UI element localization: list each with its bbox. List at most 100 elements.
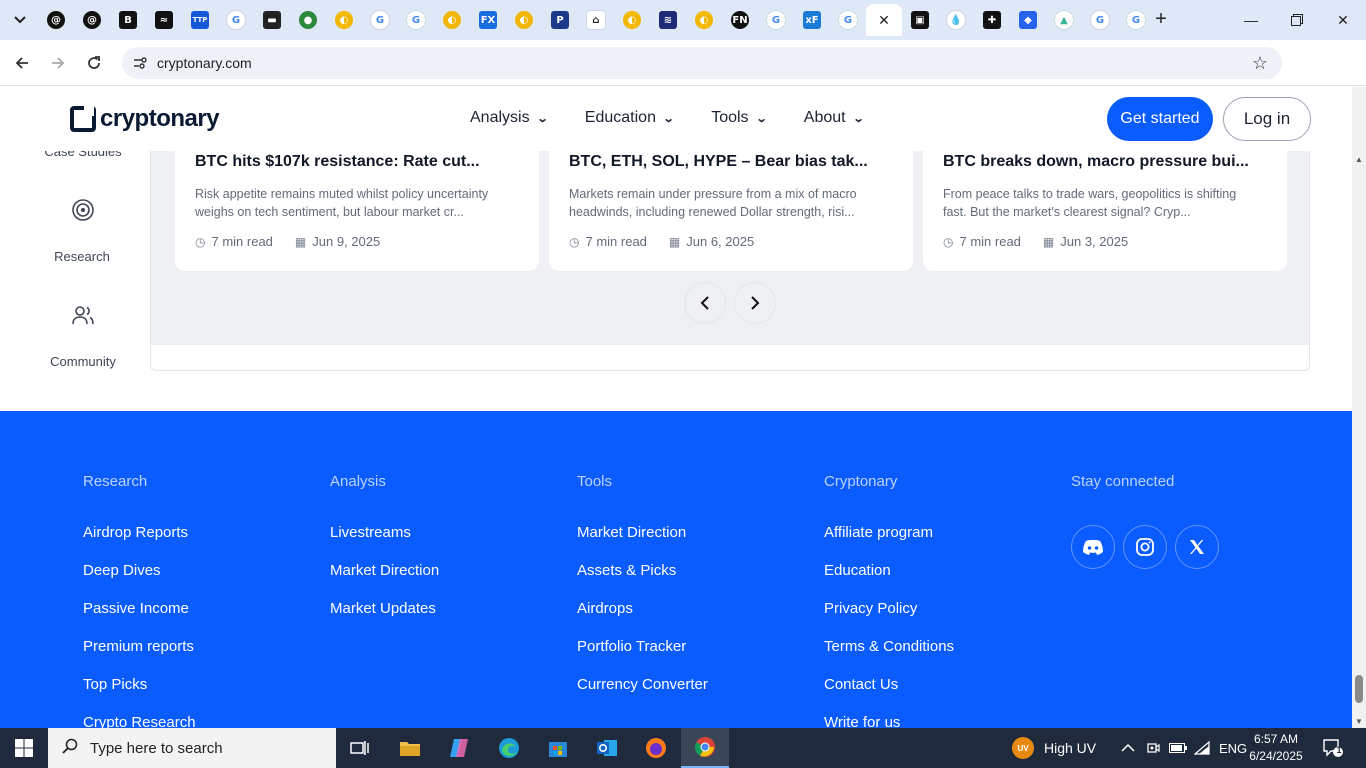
tab-plus[interactable]: ✚ bbox=[974, 4, 1010, 36]
footer-link[interactable]: Top Picks bbox=[83, 676, 196, 714]
url-text[interactable]: cryptonary.com bbox=[157, 55, 252, 71]
article-title[interactable]: BTC hits $107k resistance: Rate cut... bbox=[195, 153, 525, 171]
tab-search-chevron-icon[interactable] bbox=[8, 8, 32, 32]
tab-yellow-1[interactable]: ◐ bbox=[326, 4, 362, 36]
tab-yellow-5[interactable]: ◐ bbox=[686, 4, 722, 36]
tab-cryptonary-2[interactable]: ▣ bbox=[902, 4, 938, 36]
nav-education[interactable]: Education ⌄ bbox=[585, 109, 675, 127]
tab-fn[interactable]: FN bbox=[722, 4, 758, 36]
microsoft-store-icon[interactable] bbox=[534, 728, 582, 768]
login-button[interactable]: Log in bbox=[1223, 97, 1311, 141]
scroll-down-icon[interactable]: ▼ bbox=[1355, 717, 1363, 726]
footer-link[interactable]: Deep Dives bbox=[83, 562, 196, 600]
weather-widget[interactable]: UV High UV bbox=[1012, 728, 1096, 768]
file-explorer-icon[interactable] bbox=[386, 728, 434, 768]
footer-link[interactable]: Passive Income bbox=[83, 600, 196, 638]
edge-icon[interactable] bbox=[485, 728, 533, 768]
forward-button[interactable] bbox=[44, 49, 72, 77]
nav-tools[interactable]: Tools ⌄ bbox=[711, 109, 767, 127]
back-button[interactable] bbox=[8, 49, 36, 77]
footer-link[interactable]: Airdrops bbox=[577, 600, 708, 638]
discord-icon[interactable] bbox=[1071, 525, 1115, 569]
footer-link[interactable]: Terms & Conditions bbox=[824, 638, 954, 676]
tab-yellow-3[interactable]: ◐ bbox=[506, 4, 542, 36]
article-title[interactable]: BTC, ETH, SOL, HYPE – Bear bias tak... bbox=[569, 153, 899, 171]
outlook-icon[interactable] bbox=[583, 728, 631, 768]
carousel-prev-button[interactable] bbox=[685, 283, 725, 323]
firefox-icon[interactable] bbox=[632, 728, 680, 768]
tab-active[interactable]: ✕ bbox=[866, 4, 902, 36]
tab-green[interactable]: ● bbox=[290, 4, 326, 36]
footer-link[interactable]: Premium reports bbox=[83, 638, 196, 676]
tab-wave[interactable]: ≋ bbox=[650, 4, 686, 36]
chrome-icon[interactable] bbox=[681, 728, 729, 768]
close-window-button[interactable]: ✕ bbox=[1320, 0, 1366, 40]
close-tab-icon[interactable]: ✕ bbox=[878, 12, 890, 29]
scroll-up-icon[interactable]: ▲ bbox=[1355, 155, 1363, 164]
article-title[interactable]: BTC breaks down, macro pressure bui... bbox=[943, 153, 1273, 171]
tab-chart[interactable]: ≈ bbox=[146, 4, 182, 36]
tab-fx[interactable]: FX bbox=[470, 4, 506, 36]
tab-google-4[interactable]: G bbox=[758, 4, 794, 36]
get-started-button[interactable]: Get started bbox=[1107, 97, 1213, 141]
footer-link[interactable]: Assets & Picks bbox=[577, 562, 708, 600]
bookmark-star-icon[interactable]: ☆ bbox=[1252, 53, 1268, 74]
footer-link[interactable]: Privacy Policy bbox=[824, 600, 954, 638]
show-hidden-icons[interactable] bbox=[1121, 728, 1135, 768]
wifi-icon[interactable] bbox=[1194, 728, 1210, 768]
tab-ttp[interactable]: TTP bbox=[182, 4, 218, 36]
tab-b[interactable]: B bbox=[110, 4, 146, 36]
taskbar-clock[interactable]: 6:57 AM 6/24/2025 bbox=[1244, 731, 1308, 765]
scrollbar-thumb[interactable] bbox=[1355, 675, 1363, 703]
tab-yellow-2[interactable]: ◐ bbox=[434, 4, 470, 36]
battery-icon[interactable] bbox=[1169, 728, 1187, 768]
tab-google-2[interactable]: G bbox=[362, 4, 398, 36]
tab-triangle[interactable]: ▲ bbox=[1046, 4, 1082, 36]
footer-link[interactable]: Affiliate program bbox=[824, 524, 954, 562]
footer-link[interactable]: Livestreams bbox=[330, 524, 439, 562]
new-tab-button[interactable]: + bbox=[1148, 6, 1174, 32]
tab-shield[interactable]: ◆ bbox=[1010, 4, 1046, 36]
footer-link[interactable]: Contact Us bbox=[824, 676, 954, 714]
target-icon[interactable] bbox=[71, 198, 95, 222]
tab-google-3[interactable]: G bbox=[398, 4, 434, 36]
minimize-button[interactable]: — bbox=[1228, 0, 1274, 40]
carousel-next-button[interactable] bbox=[735, 283, 775, 323]
tab-p[interactable]: P bbox=[542, 4, 578, 36]
footer-link[interactable]: Airdrop Reports bbox=[83, 524, 196, 562]
tab-yellow-4[interactable]: ◐ bbox=[614, 4, 650, 36]
rail-research-label[interactable]: Research bbox=[27, 249, 137, 264]
tab-google-5[interactable]: G bbox=[830, 4, 866, 36]
footer-link[interactable]: Education bbox=[824, 562, 954, 600]
tab-drop[interactable]: 💧 bbox=[938, 4, 974, 36]
taskbar-search-input[interactable]: Type here to search bbox=[48, 728, 336, 768]
tab-google-1[interactable]: G bbox=[218, 4, 254, 36]
reload-button[interactable] bbox=[80, 49, 108, 77]
footer-link[interactable]: Portfolio Tracker bbox=[577, 638, 708, 676]
restore-button[interactable] bbox=[1274, 0, 1320, 40]
footer-link[interactable]: Market Direction bbox=[330, 562, 439, 600]
footer-link[interactable]: Market Direction bbox=[577, 524, 708, 562]
tab-threads-1[interactable]: @ bbox=[38, 4, 74, 36]
x-icon[interactable] bbox=[1175, 525, 1219, 569]
tab-threads-2[interactable]: @ bbox=[74, 4, 110, 36]
instagram-icon[interactable] bbox=[1123, 525, 1167, 569]
task-view-icon[interactable] bbox=[336, 728, 384, 768]
footer-link[interactable]: Currency Converter bbox=[577, 676, 708, 714]
notifications-icon[interactable]: 1 bbox=[1322, 728, 1344, 768]
nav-analysis[interactable]: Analysis ⌄ bbox=[470, 109, 548, 127]
meet-now-icon[interactable] bbox=[1145, 728, 1161, 768]
site-info-icon[interactable] bbox=[132, 55, 148, 71]
windows-start-icon[interactable] bbox=[0, 728, 48, 768]
page-scrollbar[interactable]: ▲ ▼ bbox=[1352, 87, 1366, 728]
tab-xf[interactable]: xF bbox=[794, 4, 830, 36]
tab-google-6[interactable]: G bbox=[1082, 4, 1118, 36]
cryptonary-logo[interactable]: cryptonary bbox=[70, 105, 220, 133]
language-indicator[interactable]: ENG bbox=[1219, 728, 1247, 768]
tab-dark[interactable]: ▬ bbox=[254, 4, 290, 36]
tab-house[interactable]: ⌂ bbox=[578, 4, 614, 36]
users-icon[interactable] bbox=[71, 303, 95, 327]
footer-link[interactable]: Write for us bbox=[824, 714, 954, 728]
rail-community-label[interactable]: Community bbox=[28, 354, 138, 369]
footer-link[interactable]: Crypto Research bbox=[83, 714, 196, 728]
